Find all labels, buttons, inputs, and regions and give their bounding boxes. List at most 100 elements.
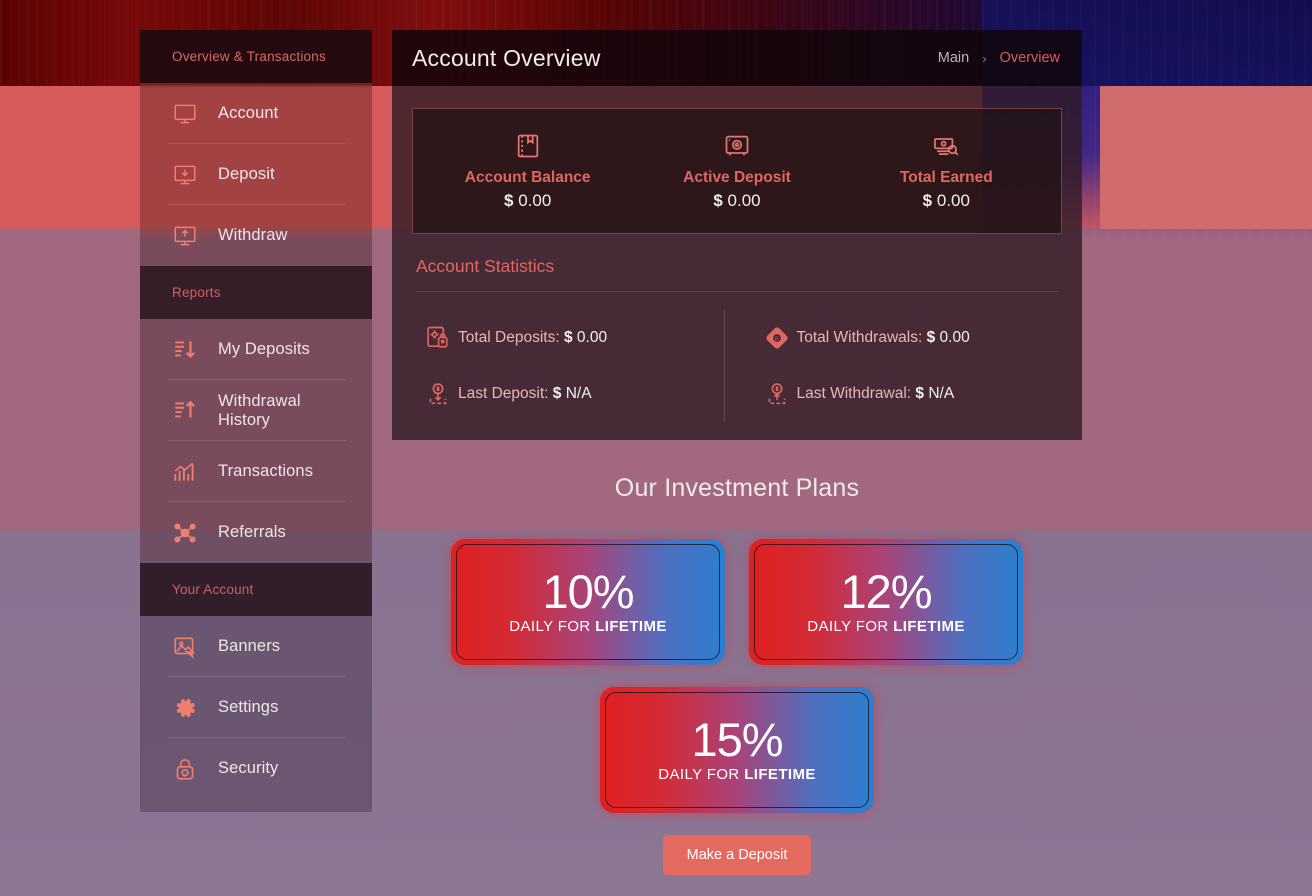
page-header: Account Overview Main › Overview [392, 30, 1082, 86]
currency-symbol: $ [926, 329, 936, 346]
summary-card-active-deposit: Active Deposit $ 0.00 [632, 129, 841, 211]
sidebar-item-label: Referrals [218, 523, 286, 541]
wallet-icon [423, 129, 632, 163]
sidebar-item-label: Withdraw [218, 226, 288, 244]
stat-row-label: Last Deposit: [458, 385, 549, 402]
stat-row-total-deposits: Total Deposits: $ 0.00 [418, 310, 718, 366]
plan-percent: 12% [840, 564, 932, 618]
sidebar-item-label: Account [218, 104, 279, 122]
plan-sub-prefix: DAILY FOR [807, 617, 894, 635]
svg-text:B: B [775, 336, 779, 342]
amount: 0.00 [576, 329, 608, 346]
make-deposit-button[interactable]: Make a Deposit [662, 835, 812, 875]
statistics-grid: Total Deposits: $ 0.00 Last Deposit: $ N… [412, 310, 1062, 422]
plan-sub-strong: LIFETIME [595, 617, 667, 635]
breadcrumb-root[interactable]: Main [938, 50, 969, 66]
sidebar-item-label: Settings [218, 698, 279, 716]
plan-card-12[interactable]: 12% DAILY FOR LIFETIME [749, 539, 1023, 665]
coin-in-icon [418, 377, 458, 411]
sidebar-item-deposit[interactable]: Deposit [140, 144, 372, 205]
currency-symbol: $ [922, 191, 933, 210]
plan-sub-prefix: DAILY FOR [509, 617, 596, 635]
amount: N/A [928, 385, 955, 402]
plan-subtitle: DAILY FOR LIFETIME [658, 766, 816, 783]
coin-out-icon [757, 377, 797, 411]
stat-row-last-deposit: Last Deposit: $ N/A [418, 366, 718, 422]
summary-card-total-earned: Total Earned $ 0.00 [842, 129, 1051, 211]
currency-symbol: $ [552, 385, 562, 402]
main-content: Account Overview Main › Overview Account… [392, 30, 1082, 875]
bar-chart-icon [168, 455, 202, 489]
sidebar-item-security[interactable]: Security [140, 738, 372, 799]
amount: 0.00 [936, 191, 970, 210]
stat-row-content: Total Deposits: $ 0.00 [458, 329, 607, 347]
amount: 0.00 [727, 191, 761, 210]
sidebar: Overview & Transactions Account Deposit … [140, 30, 372, 812]
stat-row-content: Last Deposit: $ N/A [458, 385, 592, 403]
summary-card-account-balance: Account Balance $ 0.00 [423, 129, 632, 211]
plans-row-top: 10% DAILY FOR LIFETIME 12% DAILY FOR LIF… [392, 539, 1082, 665]
stat-row-last-withdrawal: Last Withdrawal: $ N/A [757, 366, 1057, 422]
background-salmon-band [1100, 86, 1312, 229]
sidebar-section-label: Reports [172, 285, 221, 300]
overview-panel: Account Balance $ 0.00 Active Deposit $ … [392, 86, 1082, 440]
diamond-coin-icon: B [757, 321, 797, 355]
summary-card-label: Active Deposit [683, 169, 791, 186]
sidebar-section-label: Your Account [172, 582, 254, 597]
currency-symbol: $ [563, 329, 573, 346]
amount: 0.00 [939, 329, 970, 346]
summary-card-label: Account Balance [464, 169, 591, 186]
network-nodes-icon [168, 516, 202, 550]
plan-sub-prefix: DAILY FOR [658, 765, 745, 783]
investment-plans-section: Our Investment Plans 10% DAILY FOR LIFET… [392, 440, 1082, 875]
sidebar-item-label: Withdrawal History [218, 391, 301, 429]
sidebar-item-banners[interactable]: Banners [140, 616, 372, 677]
sidebar-section-header-overview: Overview & Transactions [140, 30, 372, 83]
sidebar-item-account[interactable]: Account [140, 83, 372, 144]
sidebar-item-transactions[interactable]: Transactions [140, 441, 372, 502]
page-title: Account Overview [412, 44, 601, 71]
stat-row-label: Total Withdrawals: [796, 329, 923, 346]
stat-row-value: $ N/A [553, 385, 592, 402]
sidebar-item-settings[interactable]: Settings [140, 677, 372, 738]
summary-card-value: $ 0.00 [423, 191, 632, 211]
plans-title: Our Investment Plans [614, 474, 860, 502]
chevron-right-icon: › [982, 50, 987, 66]
summary-card-label: Total Earned [899, 169, 993, 186]
summary-cards: Account Balance $ 0.00 Active Deposit $ … [412, 108, 1062, 234]
sidebar-item-referrals[interactable]: Referrals [140, 502, 372, 563]
stat-row-value: $ N/A [915, 385, 954, 402]
stat-row-label: Last Withdrawal: [796, 385, 912, 402]
lock-gear-icon [168, 752, 202, 786]
sidebar-section-header-your-account: Your Account [140, 563, 372, 616]
summary-card-value: $ 0.00 [842, 191, 1051, 211]
plan-percent: 15% [691, 712, 783, 766]
list-arrow-down-icon [168, 333, 202, 367]
sidebar-item-label: Deposit [218, 165, 275, 183]
monitor-icon [168, 97, 202, 131]
currency-symbol: $ [713, 191, 723, 210]
deposit-cta-wrap: Make a Deposit [392, 835, 1082, 875]
divider [416, 291, 1058, 292]
breadcrumb-current: Overview [999, 50, 1060, 66]
plan-subtitle: DAILY FOR LIFETIME [807, 618, 965, 635]
statistics-title: Account Statistics [416, 256, 555, 276]
statistics-column-right: B Total Withdrawals: $ 0.00 Last Withdra… [723, 310, 1063, 422]
plan-percent: 10% [542, 564, 634, 618]
plan-sub-strong: LIFETIME [744, 765, 816, 783]
currency-symbol: $ [915, 385, 925, 402]
plan-sub-strong: LIFETIME [893, 617, 965, 635]
stat-row-value: $ 0.00 [927, 329, 970, 346]
money-search-icon [842, 129, 1051, 163]
deposit-secure-icon [418, 321, 458, 355]
statistics-column-left: Total Deposits: $ 0.00 Last Deposit: $ N… [412, 310, 724, 422]
plan-card-15[interactable]: 15% DAILY FOR LIFETIME [600, 687, 874, 813]
sidebar-item-label: Transactions [218, 462, 314, 480]
monitor-download-icon [168, 158, 202, 192]
sidebar-item-my-deposits[interactable]: My Deposits [140, 319, 372, 380]
sidebar-item-withdraw[interactable]: Withdraw [140, 205, 372, 266]
plan-card-10[interactable]: 10% DAILY FOR LIFETIME [451, 539, 725, 665]
gear-icon [168, 691, 202, 725]
sidebar-item-withdrawal-history[interactable]: Withdrawal History [140, 380, 372, 441]
breadcrumb: Main › Overview [938, 50, 1060, 66]
